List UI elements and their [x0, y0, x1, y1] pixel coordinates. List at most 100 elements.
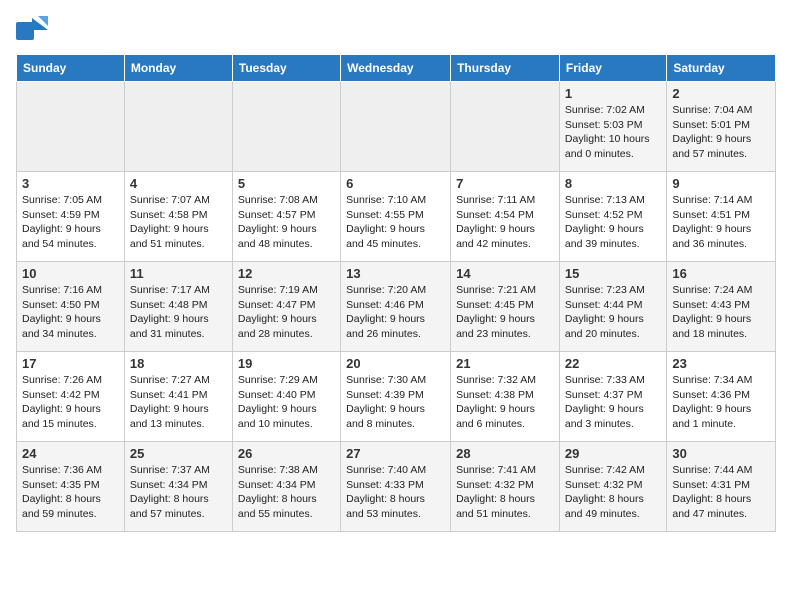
day-info: Sunrise: 7:23 AM Sunset: 4:44 PM Dayligh…	[565, 283, 661, 342]
day-info: Sunrise: 7:20 AM Sunset: 4:46 PM Dayligh…	[346, 283, 445, 342]
day-number: 8	[565, 176, 661, 191]
day-info: Sunrise: 7:36 AM Sunset: 4:35 PM Dayligh…	[22, 463, 119, 522]
calendar-cell: 7 Sunrise: 7:11 AM Sunset: 4:54 PM Daylig…	[451, 172, 560, 262]
day-number: 16	[672, 266, 770, 281]
day-info: Sunrise: 7:11 AM Sunset: 4:54 PM Dayligh…	[456, 193, 554, 252]
day-info: Sunrise: 7:41 AM Sunset: 4:32 PM Dayligh…	[456, 463, 554, 522]
calendar-cell	[17, 82, 125, 172]
calendar-cell: 8Sunrise: 7:13 AM Sunset: 4:52 PM Daylig…	[559, 172, 666, 262]
day-number: 6	[346, 176, 445, 191]
day-info: Sunrise: 7:04 AM Sunset: 5:01 PM Dayligh…	[672, 103, 770, 162]
day-number: 11	[130, 266, 227, 281]
logo	[16, 16, 52, 44]
calendar-cell: 25Sunrise: 7:37 AM Sunset: 4:34 PM Dayli…	[124, 442, 232, 532]
day-info: Sunrise: 7:27 AM Sunset: 4:41 PM Dayligh…	[130, 373, 227, 432]
day-number: 1	[565, 86, 661, 101]
calendar-cell: 9Sunrise: 7:14 AM Sunset: 4:51 PM Daylig…	[667, 172, 776, 262]
day-number: 5	[238, 176, 335, 191]
day-number: 9	[672, 176, 770, 191]
calendar-cell: 18 Sunrise: 7:27 AM Sunset: 4:41 PM Dayli…	[124, 352, 232, 442]
day-number: 25	[130, 446, 227, 461]
weekday-header-friday: Friday	[559, 55, 666, 82]
day-info: Sunrise: 7:33 AM Sunset: 4:37 PM Dayligh…	[565, 373, 661, 432]
calendar-cell: 29Sunrise: 7:42 AM Sunset: 4:32 PM Dayli…	[559, 442, 666, 532]
day-number: 17	[22, 356, 119, 371]
week-row-4: 24 Sunrise: 7:36 AM Sunset: 4:35 PM Dayli…	[17, 442, 776, 532]
day-info: Sunrise: 7:29 AM Sunset: 4:40 PM Dayligh…	[238, 373, 335, 432]
day-info: Sunrise: 7:07 AM Sunset: 4:58 PM Dayligh…	[130, 193, 227, 252]
day-number: 28	[456, 446, 554, 461]
calendar-cell: 6 Sunrise: 7:10 AM Sunset: 4:55 PM Daylig…	[341, 172, 451, 262]
day-info: Sunrise: 7:17 AM Sunset: 4:48 PM Dayligh…	[130, 283, 227, 342]
calendar-cell: 3Sunrise: 7:05 AM Sunset: 4:59 PM Daylig…	[17, 172, 125, 262]
day-number: 19	[238, 356, 335, 371]
calendar-cell: 15 Sunrise: 7:23 AM Sunset: 4:44 PM Dayli…	[559, 262, 666, 352]
day-number: 26	[238, 446, 335, 461]
day-info: Sunrise: 7:02 AM Sunset: 5:03 PM Dayligh…	[565, 103, 661, 162]
day-number: 2	[672, 86, 770, 101]
day-info: Sunrise: 7:44 AM Sunset: 4:31 PM Dayligh…	[672, 463, 770, 522]
calendar-cell: 22 Sunrise: 7:33 AM Sunset: 4:37 PM Dayli…	[559, 352, 666, 442]
calendar-cell: 17 Sunrise: 7:26 AM Sunset: 4:42 PM Dayli…	[17, 352, 125, 442]
day-number: 21	[456, 356, 554, 371]
calendar-cell: 27 Sunrise: 7:40 AM Sunset: 4:33 PM Dayli…	[341, 442, 451, 532]
day-number: 14	[456, 266, 554, 281]
day-info: Sunrise: 7:24 AM Sunset: 4:43 PM Dayligh…	[672, 283, 770, 342]
calendar-body: 1 Sunrise: 7:02 AM Sunset: 5:03 PM Daylig…	[17, 82, 776, 532]
calendar-cell: 23Sunrise: 7:34 AM Sunset: 4:36 PM Dayli…	[667, 352, 776, 442]
calendar-cell: 1 Sunrise: 7:02 AM Sunset: 5:03 PM Daylig…	[559, 82, 666, 172]
day-info: Sunrise: 7:05 AM Sunset: 4:59 PM Dayligh…	[22, 193, 119, 252]
calendar-cell: 4 Sunrise: 7:07 AM Sunset: 4:58 PM Daylig…	[124, 172, 232, 262]
day-number: 22	[565, 356, 661, 371]
calendar-cell: 21 Sunrise: 7:32 AM Sunset: 4:38 PM Dayli…	[451, 352, 560, 442]
day-info: Sunrise: 7:30 AM Sunset: 4:39 PM Dayligh…	[346, 373, 445, 432]
day-info: Sunrise: 7:38 AM Sunset: 4:34 PM Dayligh…	[238, 463, 335, 522]
day-info: Sunrise: 7:10 AM Sunset: 4:55 PM Dayligh…	[346, 193, 445, 252]
calendar-cell: 10Sunrise: 7:16 AM Sunset: 4:50 PM Dayli…	[17, 262, 125, 352]
day-info: Sunrise: 7:32 AM Sunset: 4:38 PM Dayligh…	[456, 373, 554, 432]
week-row-0: 1 Sunrise: 7:02 AM Sunset: 5:03 PM Daylig…	[17, 82, 776, 172]
weekday-header-monday: Monday	[124, 55, 232, 82]
day-info: Sunrise: 7:08 AM Sunset: 4:57 PM Dayligh…	[238, 193, 335, 252]
header	[16, 16, 776, 44]
weekday-header-thursday: Thursday	[451, 55, 560, 82]
day-info: Sunrise: 7:19 AM Sunset: 4:47 PM Dayligh…	[238, 283, 335, 342]
day-number: 20	[346, 356, 445, 371]
weekday-header-saturday: Saturday	[667, 55, 776, 82]
week-row-1: 3Sunrise: 7:05 AM Sunset: 4:59 PM Daylig…	[17, 172, 776, 262]
weekday-header-wednesday: Wednesday	[341, 55, 451, 82]
calendar-cell	[451, 82, 560, 172]
weekday-header-sunday: Sunday	[17, 55, 125, 82]
day-info: Sunrise: 7:40 AM Sunset: 4:33 PM Dayligh…	[346, 463, 445, 522]
calendar-cell: 16 Sunrise: 7:24 AM Sunset: 4:43 PM Dayli…	[667, 262, 776, 352]
day-info: Sunrise: 7:26 AM Sunset: 4:42 PM Dayligh…	[22, 373, 119, 432]
day-number: 4	[130, 176, 227, 191]
calendar-cell: 14Sunrise: 7:21 AM Sunset: 4:45 PM Dayli…	[451, 262, 560, 352]
calendar-cell: 5 Sunrise: 7:08 AM Sunset: 4:57 PM Daylig…	[232, 172, 340, 262]
weekday-header-row: SundayMondayTuesdayWednesdayThursdayFrid…	[17, 55, 776, 82]
calendar-cell	[341, 82, 451, 172]
calendar-cell: 19 Sunrise: 7:29 AM Sunset: 4:40 PM Dayli…	[232, 352, 340, 442]
week-row-3: 17 Sunrise: 7:26 AM Sunset: 4:42 PM Dayli…	[17, 352, 776, 442]
calendar-cell	[232, 82, 340, 172]
calendar-cell: 12 Sunrise: 7:19 AM Sunset: 4:47 PM Dayli…	[232, 262, 340, 352]
calendar-cell: 11 Sunrise: 7:17 AM Sunset: 4:48 PM Dayli…	[124, 262, 232, 352]
calendar-table: SundayMondayTuesdayWednesdayThursdayFrid…	[16, 54, 776, 532]
day-number: 12	[238, 266, 335, 281]
calendar-cell: 28 Sunrise: 7:41 AM Sunset: 4:32 PM Dayli…	[451, 442, 560, 532]
day-number: 27	[346, 446, 445, 461]
day-number: 29	[565, 446, 661, 461]
day-number: 18	[130, 356, 227, 371]
day-number: 15	[565, 266, 661, 281]
calendar-cell: 24 Sunrise: 7:36 AM Sunset: 4:35 PM Dayli…	[17, 442, 125, 532]
day-number: 13	[346, 266, 445, 281]
day-number: 24	[22, 446, 119, 461]
calendar-cell: 2 Sunrise: 7:04 AM Sunset: 5:01 PM Daylig…	[667, 82, 776, 172]
day-number: 7	[456, 176, 554, 191]
calendar-cell: 26 Sunrise: 7:38 AM Sunset: 4:34 PM Dayli…	[232, 442, 340, 532]
calendar-cell: 13 Sunrise: 7:20 AM Sunset: 4:46 PM Dayli…	[341, 262, 451, 352]
calendar-cell: 30Sunrise: 7:44 AM Sunset: 4:31 PM Dayli…	[667, 442, 776, 532]
day-number: 23	[672, 356, 770, 371]
weekday-header-tuesday: Tuesday	[232, 55, 340, 82]
week-row-2: 10Sunrise: 7:16 AM Sunset: 4:50 PM Dayli…	[17, 262, 776, 352]
